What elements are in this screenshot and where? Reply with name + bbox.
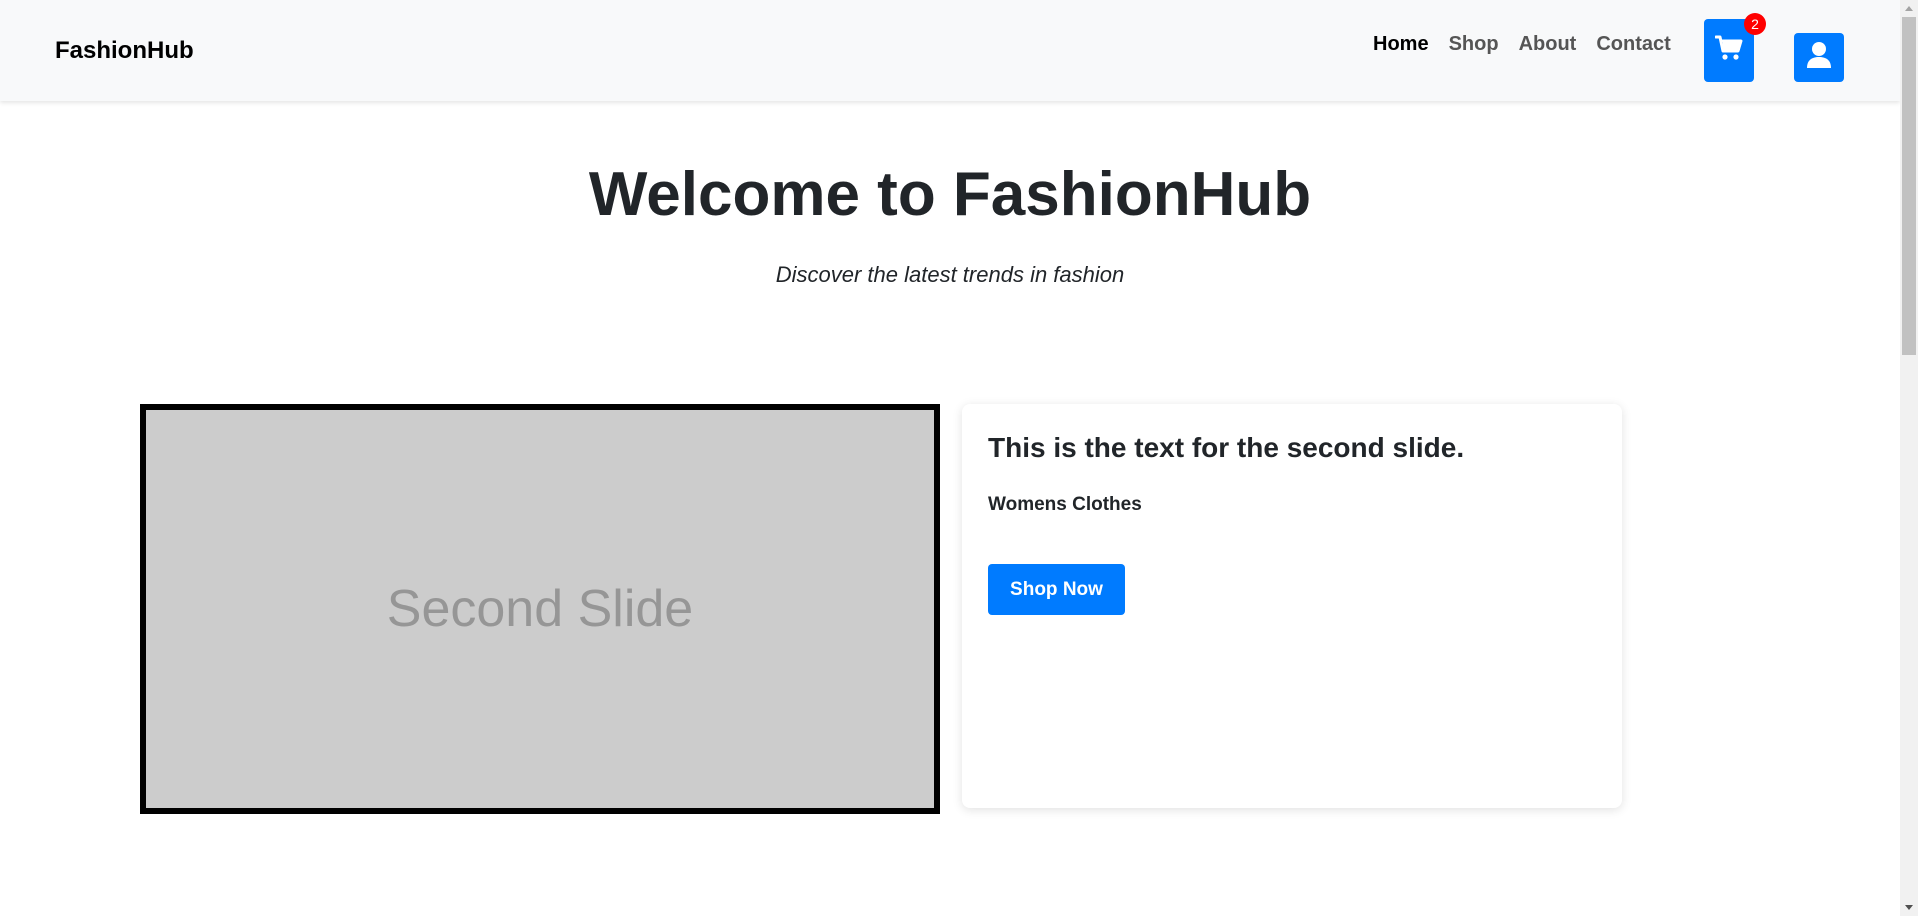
user-icon: [1806, 41, 1832, 74]
brand-logo[interactable]: FashionHub: [55, 36, 194, 66]
nav-link-about[interactable]: About: [1519, 30, 1577, 58]
scroll-up-arrow-icon[interactable]: [1900, 0, 1918, 17]
hero-title: Welcome to FashionHub: [588, 160, 1312, 229]
scroll-down-arrow-icon[interactable]: [1900, 899, 1918, 916]
hero-subtitle: Discover the latest trends in fashion: [775, 262, 1125, 287]
shopping-cart-icon: [1714, 35, 1743, 66]
nav-link-home[interactable]: Home: [1373, 30, 1429, 58]
cart-button[interactable]: 2: [1704, 13, 1766, 82]
slide-category-label: Womens Clothes: [988, 494, 1142, 515]
navbar: FashionHub Home Shop About Contact 2: [0, 0, 1900, 101]
slide-caption-title: This is the text for the second slide.: [988, 432, 1465, 463]
slide-placeholder-text: Second Slide: [386, 580, 694, 638]
slide-caption-card: This is the text for the second slide. W…: [962, 404, 1622, 808]
scrollbar-thumb[interactable]: [1902, 17, 1916, 355]
carousel-slide[interactable]: Second Slide: [140, 404, 940, 814]
nav-link-contact[interactable]: Contact: [1596, 30, 1670, 58]
nav-links: Home Shop About Contact: [1373, 30, 1671, 58]
user-account-button[interactable]: [1794, 33, 1844, 82]
page: FashionHub Home Shop About Contact 2 Wel…: [0, 0, 1900, 916]
vertical-scrollbar[interactable]: [1900, 0, 1918, 916]
cart-count-badge: 2: [1744, 13, 1766, 35]
shop-now-button[interactable]: Shop Now: [988, 564, 1125, 615]
nav-link-shop[interactable]: Shop: [1449, 30, 1499, 58]
